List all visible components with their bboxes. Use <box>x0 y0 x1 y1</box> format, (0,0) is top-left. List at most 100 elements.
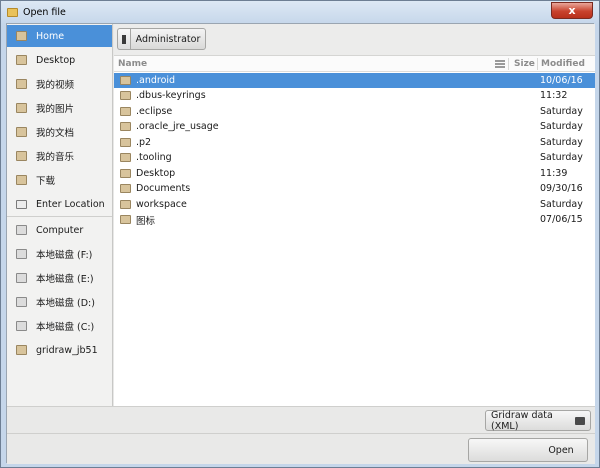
sidebar-item-music[interactable]: 我的音乐 <box>7 145 112 167</box>
sidebar-item-downloads[interactable]: 下载 <box>7 169 112 191</box>
file-name: .android <box>136 75 176 86</box>
dialog-client: Home Desktop 我的视频 我的图片 我的文档 我的音乐 下载 Ente… <box>6 23 595 464</box>
column-divider <box>508 58 509 70</box>
file-name: .dbus-keyrings <box>136 90 206 101</box>
column-header: Name Size Modified <box>114 56 595 72</box>
folder-icon <box>120 122 131 131</box>
home-icon <box>16 31 27 41</box>
file-row[interactable]: .dbus-keyrings 11:32 <box>114 88 595 103</box>
videos-folder-icon <box>16 79 27 89</box>
pictures-folder-icon <box>16 103 27 113</box>
sidebar-item-label: Desktop <box>36 54 76 66</box>
file-type-filter-dropdown[interactable]: Gridraw data (XML) <box>485 409 591 432</box>
file-modified: 10/06/16 <box>540 75 583 86</box>
desktop-icon <box>16 55 27 65</box>
sidebar-item-computer[interactable]: Computer <box>7 219 112 241</box>
drive-icon <box>16 249 27 259</box>
folder-icon <box>120 200 131 209</box>
documents-folder-icon <box>16 127 27 137</box>
sidebar-item-label: Enter Location <box>36 198 105 210</box>
file-modified: 09/30/16 <box>540 183 583 194</box>
sidebar-item-label: 我的文档 <box>36 128 75 139</box>
file-list[interactable]: Name Size Modified .android 10/06/16 .db… <box>114 55 595 406</box>
window-title: Open file <box>23 6 66 18</box>
sidebar-item-gridraw[interactable]: gridraw_jb51 <box>7 339 112 361</box>
title-bar[interactable]: Open file x <box>1 1 599 23</box>
file-row[interactable]: Documents 09/30/16 <box>114 181 595 196</box>
sidebar-item-label: 下载 <box>36 176 56 187</box>
file-name: workspace <box>136 199 187 210</box>
sidebar-item-drive-c[interactable]: 本地磁盘 (C:) <box>7 315 112 337</box>
folder-icon <box>120 184 131 193</box>
column-size-header[interactable]: Size <box>514 59 535 69</box>
app-icon <box>7 7 18 17</box>
file-modified: Saturday <box>540 199 583 210</box>
sidebar-item-drive-f[interactable]: 本地磁盘 (F:) <box>7 243 112 265</box>
path-bar: Administrator <box>114 24 595 55</box>
sidebar-item-drive-e[interactable]: 本地磁盘 (E:) <box>7 267 112 289</box>
file-row[interactable]: .eclipse Saturday <box>114 104 595 119</box>
file-modified: 07/06/15 <box>540 214 583 225</box>
file-row[interactable]: workspace Saturday <box>114 197 595 212</box>
file-name: .eclipse <box>136 106 173 117</box>
filter-bar: Gridraw data (XML) <box>7 406 595 433</box>
file-row[interactable]: Desktop 11:39 <box>114 166 595 181</box>
sidebar-item-label: 我的图片 <box>36 104 75 115</box>
file-name: 图标 <box>136 215 156 227</box>
file-modified: Saturday <box>540 121 583 132</box>
file-row[interactable]: .oracle_jre_usage Saturday <box>114 119 595 134</box>
path-handle-icon <box>122 34 126 44</box>
file-row[interactable]: .p2 Saturday <box>114 135 595 150</box>
file-name: Desktop <box>136 168 176 179</box>
sidebar-item-label: 本地磁盘 (E:) <box>36 274 94 285</box>
sidebar-item-documents[interactable]: 我的文档 <box>7 121 112 143</box>
dropdown-icon <box>574 416 585 425</box>
file-row[interactable]: .tooling Saturday <box>114 150 595 165</box>
open-button[interactable]: Open <box>468 438 588 462</box>
sidebar-divider <box>7 216 112 217</box>
sidebar-item-drive-d[interactable]: 本地磁盘 (D:) <box>7 291 112 313</box>
file-row[interactable]: .android 10/06/16 <box>114 73 595 88</box>
music-folder-icon <box>16 151 27 161</box>
sidebar-item-label: gridraw_jb51 <box>36 344 98 356</box>
column-menu-icon[interactable] <box>495 60 505 68</box>
path-segment-button[interactable]: Administrator <box>130 28 206 50</box>
folder-icon <box>120 76 131 85</box>
file-name: .tooling <box>136 152 172 163</box>
folder-icon <box>120 107 131 116</box>
drive-icon <box>16 321 27 331</box>
sidebar-item-enter-location[interactable]: Enter Location <box>7 193 112 215</box>
sidebar-item-videos[interactable]: 我的视频 <box>7 73 112 95</box>
action-bar: Open <box>7 433 595 464</box>
file-name: .oracle_jre_usage <box>136 121 219 132</box>
close-button[interactable]: x <box>551 2 593 19</box>
column-name-header[interactable]: Name <box>118 59 147 69</box>
column-divider <box>537 58 538 70</box>
sidebar-item-home[interactable]: Home <box>7 25 112 47</box>
path-scroll-left-button[interactable] <box>117 28 130 50</box>
places-sidebar: Home Desktop 我的视频 我的图片 我的文档 我的音乐 下载 Ente… <box>7 24 113 406</box>
close-icon: x <box>568 4 576 17</box>
drive-icon <box>16 273 27 283</box>
folder-icon <box>120 215 131 224</box>
filter-label: Gridraw data (XML) <box>491 409 553 432</box>
folder-icon <box>120 138 131 147</box>
sidebar-item-label: 本地磁盘 (C:) <box>36 322 95 333</box>
file-modified: 11:39 <box>540 168 568 179</box>
location-icon <box>16 199 27 209</box>
file-name: Documents <box>136 183 191 194</box>
file-name: .p2 <box>136 137 152 148</box>
column-modified-header[interactable]: Modified <box>541 59 585 69</box>
file-modified: Saturday <box>540 152 583 163</box>
sidebar-item-pictures[interactable]: 我的图片 <box>7 97 112 119</box>
file-modified: Saturday <box>540 106 583 117</box>
open-file-dialog: Open file x Home Desktop 我的视频 我的图片 我的文档 … <box>0 0 600 468</box>
downloads-folder-icon <box>16 175 27 185</box>
sidebar-item-label: 我的音乐 <box>36 152 75 163</box>
sidebar-item-label: 本地磁盘 (F:) <box>36 250 93 261</box>
folder-icon <box>120 153 131 162</box>
file-row[interactable]: 图标 07/06/15 <box>114 212 595 227</box>
sidebar-item-label: 本地磁盘 (D:) <box>36 298 95 309</box>
drive-icon <box>16 297 27 307</box>
sidebar-item-desktop[interactable]: Desktop <box>7 49 112 71</box>
